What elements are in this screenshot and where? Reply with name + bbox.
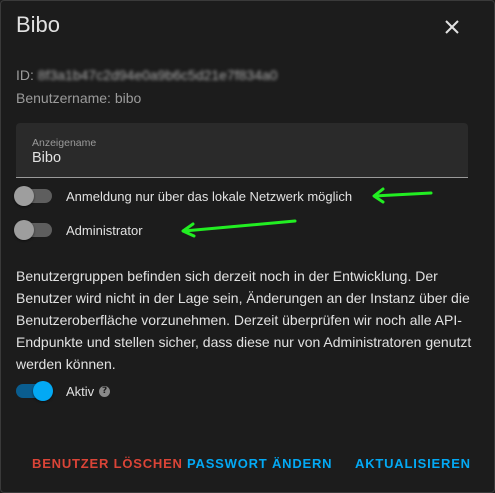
- delete-user-button[interactable]: BENUTZER LÖSCHEN: [32, 456, 183, 471]
- user-detail-dialog: Bibo ID: 8f3a1b47c2d94e0a9b6c5d21e7f834a…: [0, 0, 495, 493]
- local-only-row: Anmeldung nur über das lokale Netzwerk m…: [14, 185, 353, 207]
- change-password-button[interactable]: PASSWORT ÄNDERN: [187, 456, 332, 471]
- close-icon: [445, 20, 459, 34]
- dialog-title: Bibo: [16, 12, 61, 37]
- admin-label: Administrator: [66, 222, 143, 238]
- close-button[interactable]: [438, 13, 466, 41]
- active-row: Aktiv ?: [16, 380, 111, 402]
- switch-thumb: [33, 381, 53, 401]
- display-name-field[interactable]: Anzeigename Bibo: [16, 123, 468, 178]
- local-only-label: Anmeldung nur über das lokale Netzwerk m…: [66, 188, 353, 204]
- admin-switch[interactable]: [14, 220, 52, 240]
- active-switch[interactable]: [16, 381, 53, 401]
- display-name-label: Anzeigename: [32, 137, 97, 149]
- help-icon[interactable]: ?: [99, 385, 111, 397]
- switch-thumb: [14, 220, 34, 240]
- active-label: Aktiv: [66, 383, 95, 399]
- display-name-input[interactable]: Bibo: [32, 150, 61, 166]
- switch-thumb: [14, 186, 34, 206]
- local-only-switch[interactable]: [14, 186, 52, 206]
- arrow-icon: [372, 187, 433, 204]
- arrow-icon: [181, 219, 297, 238]
- beta-notice: Benutzergruppen befinden sich derzeit no…: [16, 268, 472, 372]
- user-id-label: ID:: [16, 67, 38, 83]
- user-id-line: ID: 8f3a1b47c2d94e0a9b6c5d21e7f834a0: [16, 67, 278, 83]
- update-button[interactable]: AKTUALISIEREN: [355, 456, 471, 471]
- user-id-value: 8f3a1b47c2d94e0a9b6c5d21e7f834a0: [37, 67, 278, 83]
- admin-row: Administrator: [14, 219, 143, 241]
- username-line: Benutzername: bibo: [16, 90, 142, 106]
